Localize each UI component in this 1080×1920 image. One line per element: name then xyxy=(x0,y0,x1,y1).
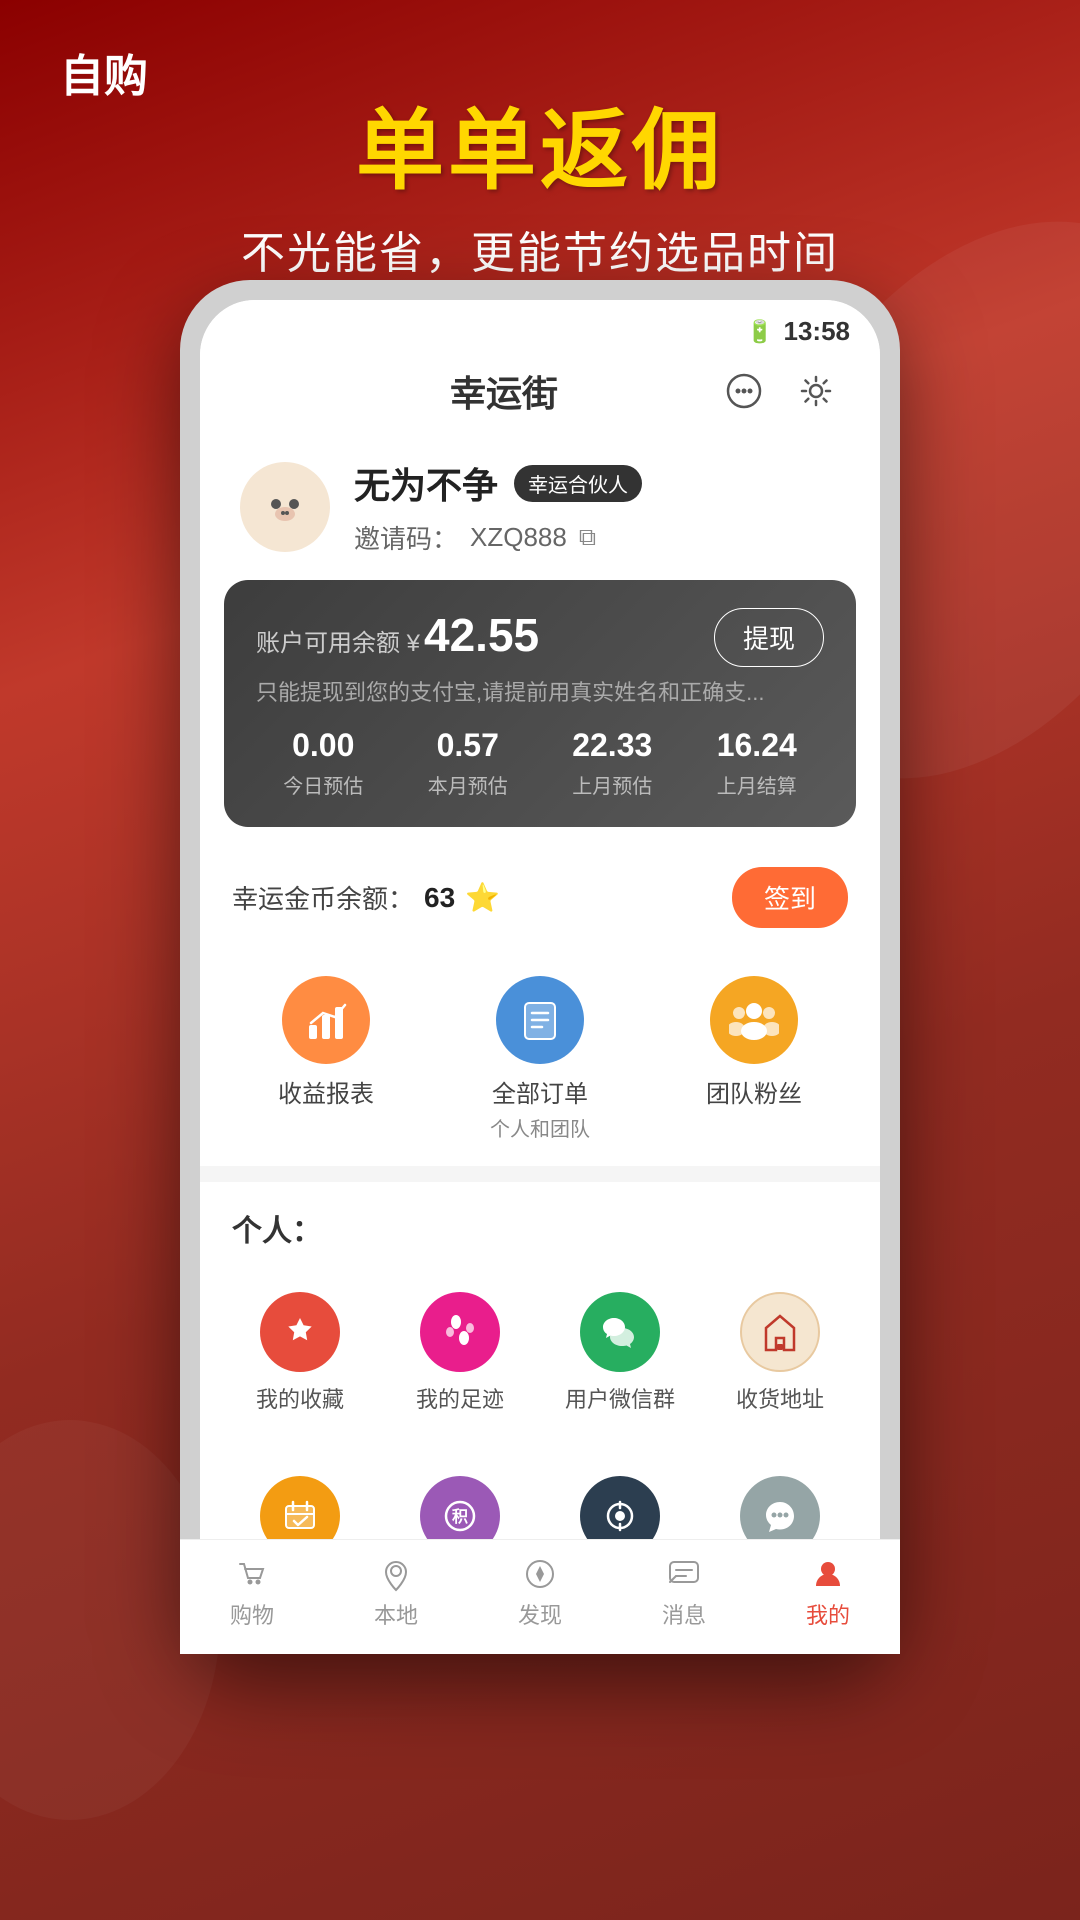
address-label: 收货地址 xyxy=(736,1382,824,1414)
copy-icon[interactable]: ⧉ xyxy=(579,524,596,552)
wechat-icon xyxy=(580,1292,660,1372)
hero-title: 单单返佣 xyxy=(0,80,1080,207)
menu-wechat[interactable]: 用户微信群 xyxy=(540,1276,700,1430)
stat-today-value: 0.00 xyxy=(256,727,391,764)
username: 无为不争 xyxy=(354,457,498,509)
nav-mine-label: 我的 xyxy=(806,1598,850,1630)
nav-message[interactable]: 消息 xyxy=(662,1556,706,1630)
menu-address[interactable]: 收货地址 xyxy=(700,1276,860,1430)
user-section: 无为不争 幸运合伙人 邀请码： XZQ888 ⧉ xyxy=(200,437,880,580)
nav-local-label: 本地 xyxy=(374,1598,418,1630)
stat-settle: 16.24 上月结算 xyxy=(690,727,825,799)
profile-nav-icon xyxy=(810,1556,846,1592)
earnings-icon xyxy=(282,976,370,1064)
action-orders[interactable]: 全部订单 个人和团队 xyxy=(490,976,590,1142)
location-icon xyxy=(378,1556,414,1592)
status-time: 13:58 xyxy=(784,316,851,347)
nav-discover[interactable]: 发现 xyxy=(518,1556,562,1630)
menu-footprint[interactable]: 我的足迹 xyxy=(380,1276,540,1430)
coins-section: 幸运金币余额： 63 ⭐ 签到 xyxy=(200,847,880,948)
team-icon xyxy=(710,976,798,1064)
orders-icon xyxy=(496,976,584,1064)
checkin-button[interactable]: 签到 xyxy=(732,867,848,928)
invite-label: 邀请码： xyxy=(354,519,458,556)
nav-message-label: 消息 xyxy=(662,1598,706,1630)
settings-icon-btn[interactable] xyxy=(792,367,840,415)
stat-lastmonth-value: 22.33 xyxy=(545,727,680,764)
footprint-label: 我的足迹 xyxy=(416,1382,504,1414)
action-team[interactable]: 团队粉丝 xyxy=(706,976,802,1142)
footprint-icon xyxy=(420,1292,500,1372)
address-icon xyxy=(740,1292,820,1372)
nav-mine[interactable]: 我的 xyxy=(806,1556,850,1630)
message-icon-btn[interactable] xyxy=(720,367,768,415)
stat-settle-value: 16.24 xyxy=(690,727,825,764)
balance-card: 账户可用余额 ¥ 42.55 提现 只能提现到您的支付宝,请提前用真实姓名和正确… xyxy=(224,580,856,827)
orders-sublabel: 个人和团队 xyxy=(490,1113,590,1142)
coins-label: 幸运金币余额： xyxy=(232,879,414,916)
nav-shopping[interactable]: 购物 xyxy=(230,1556,274,1630)
wechat-label: 用户微信群 xyxy=(565,1382,675,1414)
invite-row: 邀请码： XZQ888 ⧉ xyxy=(354,519,840,556)
status-bar: 🔋 13:58 xyxy=(200,300,880,355)
hero-section: 单单返佣 不光能省，更能节约选品时间 xyxy=(0,80,1080,281)
stat-month: 0.57 本月预估 xyxy=(401,727,536,799)
avatar xyxy=(240,462,330,552)
stat-month-label: 本月预估 xyxy=(401,770,536,799)
nav-discover-label: 发现 xyxy=(518,1598,562,1630)
stat-today: 0.00 今日预估 xyxy=(256,727,391,799)
team-label: 团队粉丝 xyxy=(706,1074,802,1109)
shopping-icon xyxy=(234,1556,270,1592)
balance-stats: 0.00 今日预估 0.57 本月预估 22.33 上月预估 16.24 上月结… xyxy=(256,727,824,799)
message-nav-icon xyxy=(666,1556,702,1592)
bottom-nav: 购物 本地 发现 xyxy=(200,1539,880,1634)
action-earnings[interactable]: 收益报表 xyxy=(278,976,374,1142)
app-title: 幸运街 xyxy=(450,365,558,417)
user-badge: 幸运合伙人 xyxy=(514,465,642,502)
grid-menu-row1: 我的收藏 我的足迹 xyxy=(200,1266,880,1450)
menu-favorites[interactable]: 我的收藏 xyxy=(220,1276,380,1430)
stat-lastmonth: 22.33 上月预估 xyxy=(545,727,680,799)
svg-text:积: 积 xyxy=(452,1508,468,1526)
balance-label: 账户可用余额 ¥ xyxy=(256,623,420,658)
hero-subtitle: 不光能省，更能节约选品时间 xyxy=(0,217,1080,281)
stat-today-label: 今日预估 xyxy=(256,770,391,799)
coins-value: 63 xyxy=(424,882,455,914)
withdraw-button[interactable]: 提现 xyxy=(714,608,824,667)
nav-local[interactable]: 本地 xyxy=(374,1556,418,1630)
compass-icon xyxy=(522,1556,558,1592)
quick-actions: 收益报表 全部订单 个人和团队 xyxy=(200,952,880,1166)
favorites-label: 我的收藏 xyxy=(256,1382,344,1414)
stat-month-value: 0.57 xyxy=(401,727,536,764)
battery-icon: 🔋 xyxy=(746,319,773,345)
balance-amount: 42.55 xyxy=(424,608,539,662)
earnings-label: 收益报表 xyxy=(278,1074,374,1109)
invite-code: XZQ888 xyxy=(470,522,567,553)
stat-lastmonth-label: 上月预估 xyxy=(545,770,680,799)
nav-shopping-label: 购物 xyxy=(230,1598,274,1630)
coin-star-icon: ⭐ xyxy=(465,881,500,914)
app-header: 幸运街 xyxy=(200,355,880,437)
stat-settle-label: 上月结算 xyxy=(690,770,825,799)
orders-label: 全部订单 xyxy=(492,1074,588,1109)
phone-mockup: 🔋 13:58 幸运街 xyxy=(180,280,900,1654)
balance-note: 只能提现到您的支付宝,请提前用真实姓名和正确支... xyxy=(256,675,824,707)
personal-section-header: 个人： xyxy=(200,1182,880,1266)
favorites-icon xyxy=(260,1292,340,1372)
